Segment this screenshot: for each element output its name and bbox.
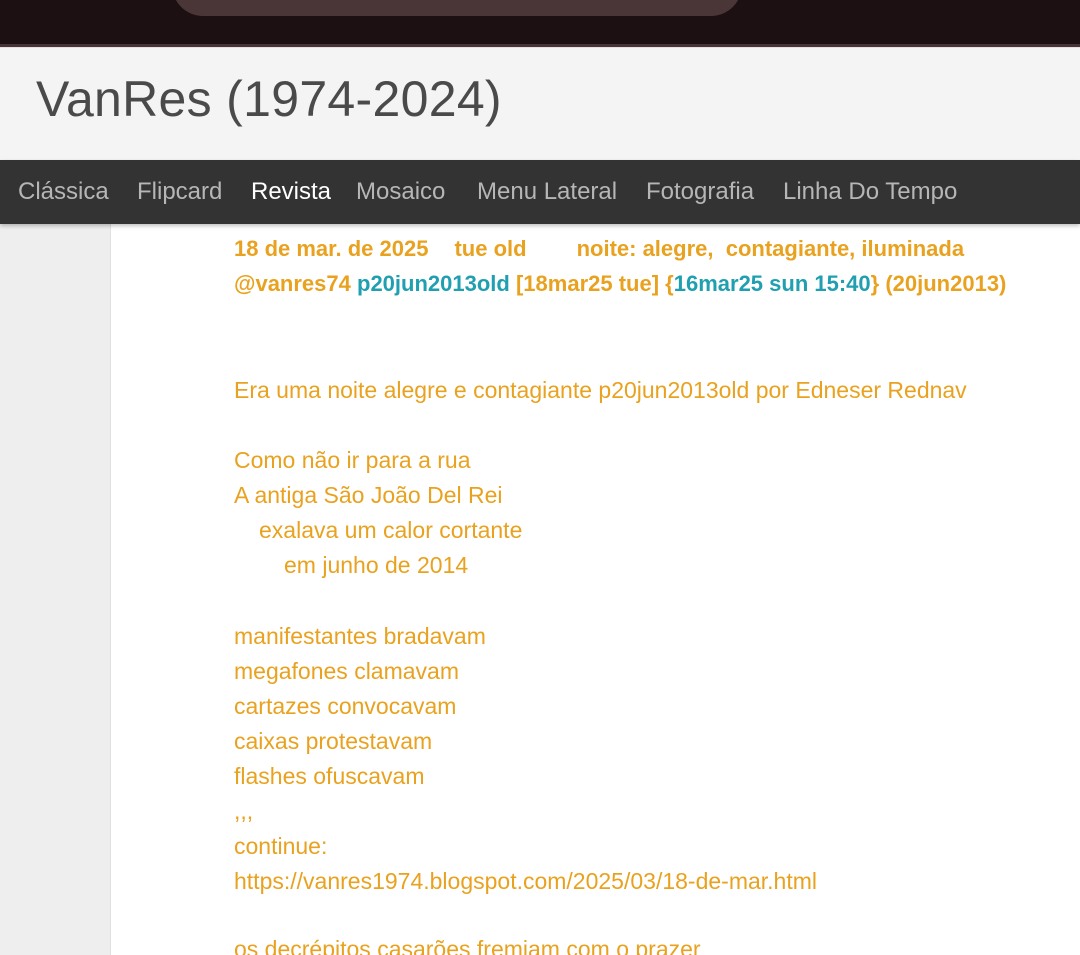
nav-item-flipcard[interactable]: Flipcard — [137, 177, 222, 207]
nav-item-fotografia[interactable]: Fotografia — [646, 177, 754, 207]
continue-link[interactable]: https://vanres1974.blogspot.com/2025/03/… — [234, 866, 817, 896]
continue-label: continue: — [234, 833, 328, 859]
post-bracket-date: [18mar25 tue] — [515, 271, 660, 296]
poem-line: megafones clamavam — [234, 658, 459, 684]
post-subtitle: noite: alegre, contagiante, iluminada — [576, 236, 965, 261]
site-header: VanRes (1974-2024) — [0, 47, 1080, 161]
nav-item-revista[interactable]: Revista — [251, 177, 331, 207]
main-nav: Clássica Flipcard Revista Mosaico Menu L… — [0, 160, 1080, 224]
post-content: 18 de mar. de 2025 tue old noite: alegre, … — [234, 224, 1080, 955]
post-handle[interactable]: @vanres74 — [234, 271, 351, 296]
nav-item-classica[interactable]: Clássica — [18, 177, 109, 207]
poem-line: exalava um calor cortante — [259, 517, 523, 543]
post-paren-date: (20jun2013) — [885, 271, 1007, 296]
post-intro: Era uma noite alegre e contagiante p20ju… — [234, 377, 967, 403]
post-code: p20jun2013old — [357, 271, 510, 296]
left-sidebar — [0, 224, 111, 955]
poem-ellipsis: ,,, — [234, 798, 254, 824]
brace-close: } — [870, 271, 880, 296]
post-header-line1: 18 de mar. de 2025 tue old noite: alegre, … — [234, 234, 964, 264]
browser-top-bar — [0, 0, 1080, 47]
poem-line: em junho de 2014 — [284, 552, 469, 578]
poem-line: cartazes convocavam — [234, 693, 457, 719]
brace-open: { — [665, 271, 674, 296]
poem-line: os decrépitos casarões fremiam com o pra… — [234, 936, 701, 955]
nav-item-mosaico[interactable]: Mosaico — [356, 177, 445, 207]
site-title[interactable]: VanRes (1974-2024) — [36, 74, 502, 124]
address-bar-pill[interactable] — [172, 0, 742, 16]
post-timestamp: 16mar25 sun 15:40 — [673, 271, 871, 296]
poem-line: A antiga São João Del Rei — [234, 482, 503, 508]
nav-item-linha-do-tempo[interactable]: Linha Do Tempo — [783, 177, 957, 207]
nav-item-menu-lateral[interactable]: Menu Lateral — [477, 177, 617, 207]
post-tag: tue old — [454, 236, 527, 261]
poem-line: manifestantes bradavam — [234, 623, 486, 649]
post-header-line2: @vanres74 p20jun2013old [18mar25 tue] {1… — [234, 269, 1006, 299]
poem-line: flashes ofuscavam — [234, 763, 425, 789]
poem-line: Como não ir para a rua — [234, 447, 471, 473]
poem-line: caixas protestavam — [234, 728, 433, 754]
post-date: 18 de mar. de 2025 — [234, 236, 429, 261]
